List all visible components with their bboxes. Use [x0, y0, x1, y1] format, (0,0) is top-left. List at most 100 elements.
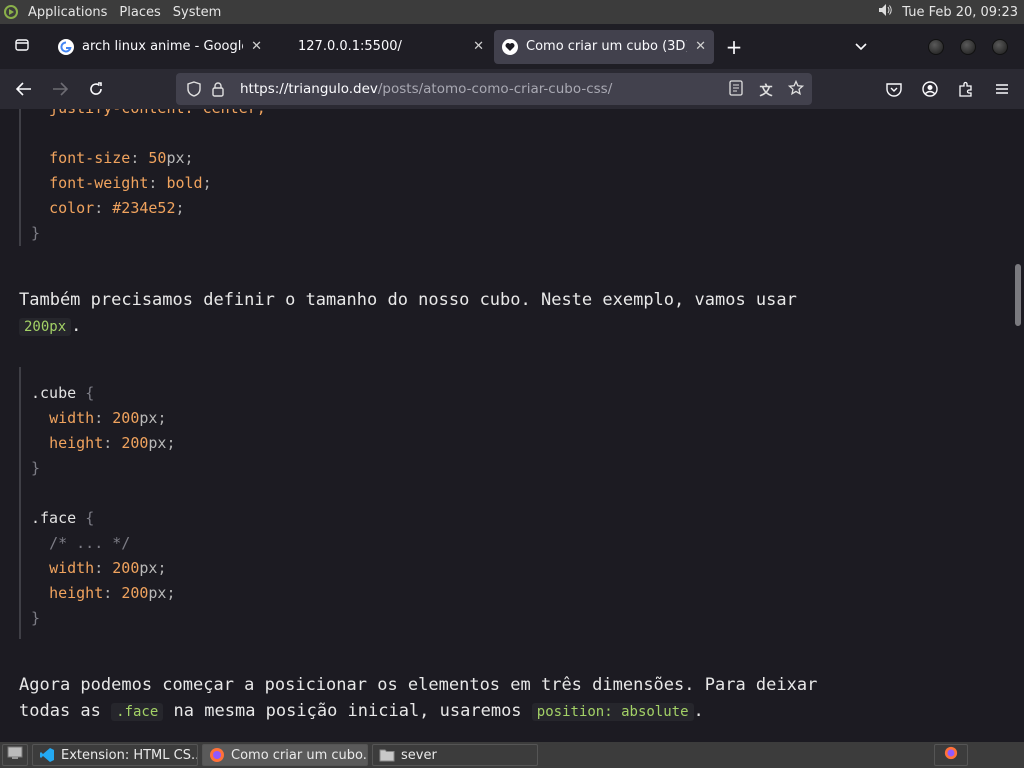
taskbar: Extension: HTML CS... Como criar um cubo… — [0, 742, 1024, 768]
back-arrow-icon[interactable] — [6, 73, 42, 105]
code-selector: .cube — [31, 384, 77, 402]
pocket-icon[interactable] — [876, 73, 912, 105]
inline-code: .face — [111, 703, 164, 721]
url-text[interactable]: https://triangulo.dev/posts/atomo-como-c… — [240, 81, 612, 97]
show-desktop-button[interactable] — [2, 744, 28, 766]
close-tab-icon[interactable]: ✕ — [473, 39, 484, 54]
code-unit: px — [148, 584, 167, 602]
places-menu[interactable]: Places — [113, 5, 166, 20]
heart-shield-icon — [502, 38, 518, 55]
taskbar-item-firefox[interactable]: Como criar um cubo... — [202, 744, 368, 766]
code-open-brace: { — [85, 384, 95, 402]
code-value: #234e52 — [112, 199, 176, 217]
system-menu[interactable]: System — [167, 5, 227, 20]
translate-icon[interactable]: 文 — [754, 80, 778, 99]
code-value: bold — [166, 174, 203, 192]
volume-icon[interactable] — [876, 1, 894, 23]
code-close-brace: } — [31, 224, 41, 242]
code-value: 200 — [112, 409, 140, 427]
firefox-view-icon — [14, 37, 30, 57]
code-prop: height — [49, 434, 104, 452]
minimize-window-button[interactable] — [928, 38, 944, 55]
paragraph-end: . — [693, 701, 704, 721]
code-selector: .face — [31, 509, 77, 527]
paragraph-position: Agora podemos começar a posicionar os el… — [19, 672, 899, 725]
code-prop: font-size — [49, 149, 131, 167]
code-value: 50 — [148, 149, 167, 167]
code-value: 200 — [112, 559, 140, 577]
tab-como-criar-cubo[interactable]: Como criar um cubo (3D) co ✕ — [494, 29, 714, 64]
code-close-brace: } — [31, 609, 41, 627]
inline-code: position: absolute — [531, 703, 694, 721]
code-value: 200 — [121, 434, 149, 452]
firefox-icon — [944, 746, 958, 764]
tab-localhost[interactable]: 127.0.0.1:5500/ ✕ — [272, 30, 492, 64]
code-prop: width — [49, 559, 95, 577]
taskbar-item-label: Como criar um cubo... — [231, 747, 368, 763]
clock[interactable]: Tue Feb 20, 09:23 — [902, 5, 1018, 20]
paragraph-size: Também precisamos definir o tamanho do n… — [19, 287, 899, 340]
url-bar[interactable]: https://triangulo.dev/posts/atomo-como-c… — [176, 73, 812, 105]
code-unit: px — [139, 409, 158, 427]
tab-google-search[interactable]: arch linux anime - Google Se ✕ — [50, 30, 270, 64]
code-close-brace: } — [31, 459, 41, 477]
code-block-cube-face: .cube { width: 200px; height: 200px; } .… — [19, 367, 176, 639]
taskbar-item-label: Extension: HTML CS... — [61, 747, 198, 763]
close-tab-icon[interactable]: ✕ — [251, 39, 262, 54]
taskbar-item-vscode[interactable]: Extension: HTML CS... — [32, 744, 198, 766]
folder-icon — [379, 747, 395, 763]
bookmark-star-icon[interactable] — [784, 79, 808, 99]
vscode-icon — [39, 747, 55, 763]
close-tab-icon[interactable]: ✕ — [695, 39, 706, 54]
reader-view-icon[interactable] — [724, 79, 748, 99]
new-tab-button[interactable]: + — [716, 30, 752, 64]
paragraph-text: Também precisamos definir o tamanho do n… — [19, 290, 797, 310]
page-content: justify-content: center; font-size: 50px… — [0, 109, 1012, 742]
url-path: /posts/atomo-como-criar-cubo-css/ — [377, 81, 613, 97]
navigation-toolbar: https://triangulo.dev/posts/atomo-como-c… — [0, 69, 1024, 109]
firefox-view-button[interactable] — [4, 30, 40, 64]
taskbar-item-folder[interactable]: sever — [372, 744, 538, 766]
inline-code: 200px — [19, 318, 72, 336]
google-icon — [58, 38, 74, 55]
tab-title: arch linux anime - Google Se — [82, 39, 243, 54]
code-value: 200 — [121, 584, 149, 602]
code-line-partial: justify-content: center; — [31, 109, 266, 117]
maximize-window-button[interactable] — [960, 38, 976, 55]
code-block-font-styles: justify-content: center; font-size: 50px… — [19, 109, 266, 246]
close-window-button[interactable] — [992, 38, 1008, 55]
shield-icon[interactable] — [182, 81, 206, 97]
tab-strip: arch linux anime - Google Se ✕ 127.0.0.1… — [0, 24, 1024, 69]
code-unit: px — [148, 434, 167, 452]
paragraph-text: na mesma posição inicial, usaremos — [173, 701, 522, 721]
url-domain: https://triangulo.dev — [240, 81, 378, 97]
firefox-icon — [209, 747, 225, 763]
list-all-tabs-chevron-down-icon[interactable] — [846, 39, 876, 55]
paragraph-text: todas as — [19, 701, 101, 721]
code-comment: /* ... */ — [49, 534, 131, 552]
code-prop: font-weight — [49, 174, 149, 192]
paragraph-end: . — [71, 316, 82, 336]
paragraph-text: Agora podemos começar a posicionar os el… — [19, 675, 818, 695]
applications-menu[interactable]: Applications — [22, 5, 113, 20]
tab-title: 127.0.0.1:5500/ — [298, 39, 402, 54]
hamburger-menu-icon[interactable] — [984, 73, 1020, 105]
code-unit: px — [166, 149, 185, 167]
workspace-switcher[interactable] — [934, 744, 968, 766]
reload-icon[interactable] — [78, 73, 114, 105]
system-panel: Applications Places System Tue Feb 20, 0… — [0, 0, 1024, 24]
lock-icon[interactable] — [206, 81, 230, 97]
code-unit: px — [139, 559, 158, 577]
account-icon[interactable] — [912, 73, 948, 105]
forward-arrow-icon[interactable] — [42, 73, 78, 105]
code-prop: width — [49, 409, 95, 427]
scrollbar-thumb[interactable] — [1015, 264, 1021, 326]
distro-logo-icon[interactable] — [0, 0, 22, 24]
desktop-icon — [7, 746, 23, 764]
code-open-brace: { — [85, 509, 95, 527]
taskbar-item-label: sever — [401, 747, 437, 763]
tab-title: Como criar um cubo (3D) co — [526, 39, 687, 54]
page-scrollbar[interactable] — [1012, 109, 1024, 742]
extensions-puzzle-icon[interactable] — [948, 73, 984, 105]
code-prop: height — [49, 584, 104, 602]
